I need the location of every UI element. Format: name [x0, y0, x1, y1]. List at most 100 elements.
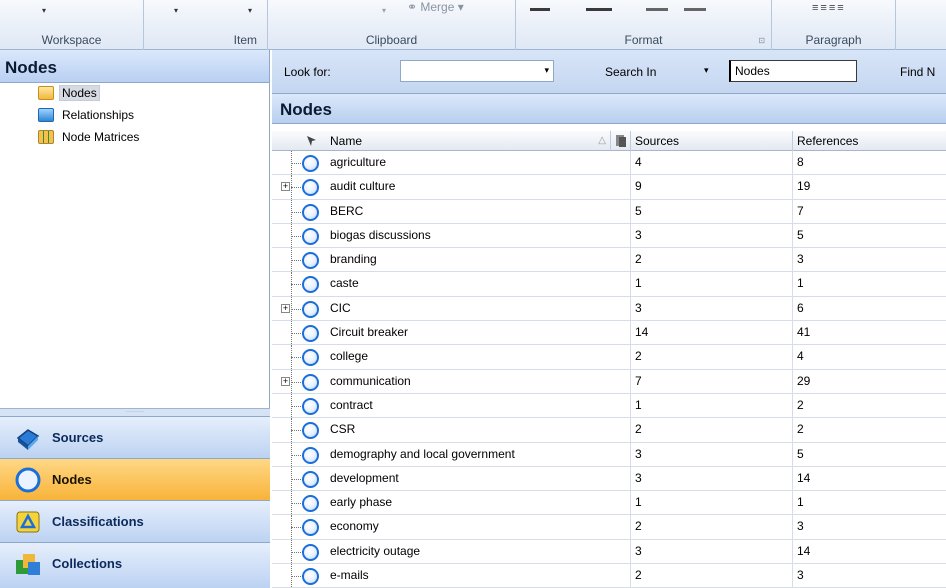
workspace-dropdown-arrow[interactable]: ▾ [42, 6, 46, 15]
sort-ascending-icon: △ [598, 135, 606, 146]
folder-open-icon [38, 86, 54, 100]
cell-name[interactable]: e-mails [326, 564, 630, 588]
table-row[interactable]: agriculture 4 8 [272, 151, 946, 176]
search-in-dropdown-icon[interactable]: ▾ [704, 65, 709, 76]
nav-button-label: Nodes [52, 472, 92, 487]
node-circle-icon [302, 422, 319, 440]
node-circle-icon [302, 495, 319, 513]
table-row[interactable]: CSR 2 2 [272, 418, 946, 443]
paste-dropdown-arrow[interactable]: ▾ [382, 6, 386, 15]
merge-button[interactable]: ⚭ Merge ▾ [407, 0, 464, 14]
cell-sources: 2 [630, 515, 792, 540]
format-bar-3[interactable] [646, 8, 668, 11]
table-row[interactable]: college 2 4 [272, 345, 946, 370]
table-header: Name △ Sources References [272, 131, 946, 151]
tree-item-node-matrices[interactable]: Node Matrices [0, 127, 269, 149]
tree-item-label: Nodes [59, 85, 100, 101]
nav-button-nodes[interactable]: Nodes [0, 458, 270, 500]
cell-references: 19 [792, 175, 946, 200]
cell-sources: 3 [630, 466, 792, 491]
table-row[interactable]: contract 1 2 [272, 393, 946, 419]
table-row[interactable]: economy 2 3 [272, 515, 946, 540]
nav-button-classifications[interactable]: Classifications [0, 500, 270, 542]
table-row[interactable]: early phase 1 1 [272, 491, 946, 516]
node-circle-icon [302, 397, 319, 415]
table-row[interactable]: biogas discussions 3 5 [272, 223, 946, 249]
column-header-references[interactable]: References [792, 131, 946, 151]
ribbon-group-label-clipboard: Clipboard [365, 33, 418, 47]
format-bar-4[interactable] [684, 8, 706, 11]
column-header-sources[interactable]: Sources [630, 131, 792, 151]
ribbon-group-label-workspace: Workspace [41, 33, 102, 47]
ribbon-group-label-format: Format [624, 33, 663, 47]
table-row[interactable]: caste 1 1 [272, 272, 946, 297]
cell-name[interactable]: audit culture [326, 175, 630, 199]
table-row[interactable]: BERC 5 7 [272, 199, 946, 224]
cell-name[interactable]: development [326, 467, 630, 491]
node-circle-icon [302, 179, 319, 197]
classifications-icon [16, 511, 40, 533]
cell-name[interactable]: agriculture [326, 151, 630, 175]
cell-sources: 1 [630, 393, 792, 418]
cell-name[interactable]: electricity outage [326, 540, 630, 564]
find-bar: Look for: ▾ Search In ▾ Nodes Find N [272, 50, 946, 94]
pin-icon[interactable] [305, 134, 319, 148]
look-for-dropdown-icon[interactable]: ▾ [544, 65, 549, 76]
table-row[interactable]: + CIC 3 6 [272, 296, 946, 322]
table-row[interactable]: electricity outage 3 14 [272, 539, 946, 565]
cell-name[interactable]: caste [326, 272, 630, 296]
cell-sources: 3 [630, 296, 792, 321]
cell-references: 5 [792, 442, 946, 467]
cell-references: 4 [792, 345, 946, 370]
cell-name[interactable]: early phase [326, 491, 630, 515]
search-in-field[interactable]: Nodes [729, 60, 857, 82]
highlight-color-bar[interactable] [586, 8, 612, 11]
font-color-bar[interactable] [530, 8, 550, 11]
table-row[interactable]: e-mails 2 3 [272, 564, 946, 588]
column-header-label: Name [330, 134, 363, 148]
table-row[interactable]: demography and local government 3 5 [272, 442, 946, 467]
expand-plus-icon[interactable]: + [281, 182, 290, 192]
cell-name[interactable]: contract [326, 394, 630, 418]
expand-plus-icon[interactable]: + [281, 303, 290, 313]
expand-plus-icon[interactable]: + [281, 376, 290, 386]
nav-button-sources[interactable]: Sources [0, 416, 270, 458]
cell-sources: 3 [630, 223, 792, 248]
table-row[interactable]: + audit culture 9 19 [272, 175, 946, 200]
cell-name[interactable]: demography and local government [326, 443, 630, 467]
format-dialog-launcher-icon[interactable]: ⊡ [758, 36, 765, 45]
ribbon-group-clipboard: ▾ Clipboard [268, 0, 516, 50]
cell-sources: 5 [630, 199, 792, 224]
node-circle-icon [302, 543, 319, 561]
tree-item-nodes[interactable]: Nodes [0, 83, 269, 105]
column-header-name[interactable]: Name △ [326, 131, 610, 151]
cell-name[interactable]: CSR [326, 418, 630, 442]
item-dropdown-arrow-1[interactable]: ▾ [174, 6, 178, 15]
look-for-combobox[interactable]: ▾ [400, 60, 554, 82]
cell-name[interactable]: BERC [326, 200, 630, 224]
column-header-coding-icon[interactable] [610, 131, 630, 151]
paragraph-align-icons[interactable]: ≡≡≡≡ [812, 2, 846, 14]
cell-name[interactable]: economy [326, 515, 630, 539]
table-row[interactable]: Circuit breaker 14 41 [272, 321, 946, 346]
nav-button-collections[interactable]: Collections [0, 542, 270, 588]
find-now-button[interactable]: Find N [900, 65, 935, 79]
cell-name[interactable]: Circuit breaker [326, 321, 630, 345]
search-in-value: Nodes [735, 64, 770, 78]
table-row[interactable]: + communication 7 29 [272, 369, 946, 394]
node-circle-icon [302, 227, 319, 245]
cell-name[interactable]: college [326, 345, 630, 369]
nodes-circle-icon [15, 467, 41, 493]
pane-splitter[interactable]: ········· [0, 408, 270, 416]
cell-name[interactable]: CIC [326, 297, 630, 321]
cell-name[interactable]: branding [326, 248, 630, 272]
table-row[interactable]: branding 2 3 [272, 248, 946, 273]
tree-item-relationships[interactable]: Relationships [0, 105, 269, 127]
table-row[interactable]: development 3 14 [272, 466, 946, 492]
collections-icon [16, 554, 40, 575]
cell-references: 7 [792, 199, 946, 224]
cell-name[interactable]: communication [326, 370, 630, 394]
item-dropdown-arrow-2[interactable]: ▾ [248, 6, 252, 15]
node-circle-icon [302, 325, 319, 343]
cell-name[interactable]: biogas discussions [326, 224, 630, 248]
